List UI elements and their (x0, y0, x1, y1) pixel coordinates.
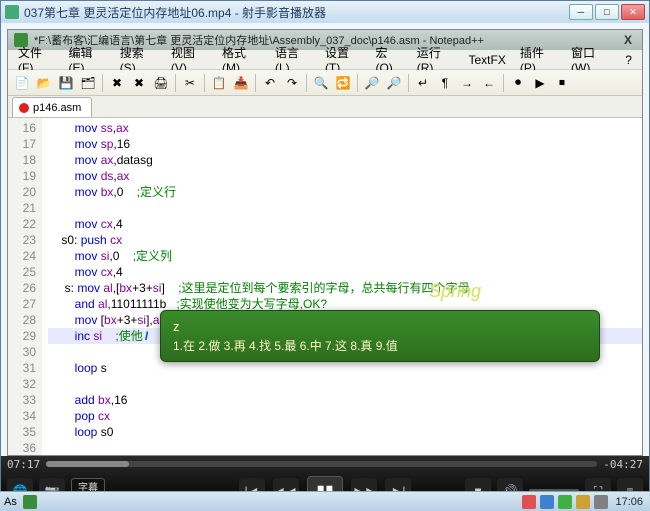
open-file-icon[interactable]: 📂 (34, 73, 54, 93)
code-line[interactable] (48, 200, 642, 216)
outdent-icon[interactable]: ← (479, 73, 499, 93)
macro-play-icon[interactable]: ▶ (530, 73, 550, 93)
tabbar: p146.asm (8, 96, 642, 118)
text-caret-icon: I (145, 328, 148, 344)
tab-label: p146.asm (33, 102, 81, 114)
menubar: 文件(F)编辑(E)搜索(S)视图(V)格式(M)语言(L)设置(T)宏(O)运… (8, 50, 642, 70)
menu-item-12[interactable]: ? (619, 51, 638, 69)
code-line[interactable]: mov ss,ax (48, 120, 642, 136)
close-all-icon[interactable]: ✖ (129, 73, 149, 93)
tray-icon-4[interactable] (576, 495, 590, 509)
code-area[interactable]: mov ss,ax mov sp,16 mov ax,datasg mov ds… (42, 118, 642, 455)
taskbar-npp-icon[interactable] (23, 495, 37, 509)
tray-icon-3[interactable] (558, 495, 572, 509)
menu-item-9[interactable]: TextFX (463, 51, 512, 69)
code-line[interactable]: mov si,0 ;定义列 (48, 248, 642, 264)
code-line[interactable]: loop s0 (48, 424, 642, 440)
tray-icon-1[interactable] (522, 495, 536, 509)
toolbar-separator (503, 74, 504, 92)
save-all-icon[interactable]: 🗂 (78, 73, 98, 93)
line-number-gutter: 1617181920212223242526272829303132333435… (8, 118, 42, 455)
code-line[interactable] (48, 440, 642, 455)
toolbar-separator (306, 74, 307, 92)
ime-candidate-panel[interactable]: Spring z 1.在 2.做 3.再 4.找 5.最 6.中 7.这 8.真… (160, 310, 600, 362)
undo-icon[interactable]: ↶ (260, 73, 280, 93)
print-icon[interactable]: 🖨 (151, 73, 171, 93)
ime-input: z (173, 319, 180, 334)
code-line[interactable]: loop s (48, 360, 642, 376)
toolbar-separator (408, 74, 409, 92)
zoom-in-icon[interactable]: 🔎 (362, 73, 382, 93)
toolbar: 📄📂💾🗂✖✖🖨✂📋📥↶↷🔍🔁🔎🔎↵¶→←⏺▶⏹ (8, 70, 642, 96)
macro-rec-icon[interactable]: ⏺ (508, 73, 528, 93)
code-line[interactable]: s: mov al,[bx+3+si] ;这里是定位到每个要索引的字母，总共每行… (48, 280, 642, 296)
player-app-icon (5, 5, 19, 19)
toolbar-separator (175, 74, 176, 92)
paste-icon[interactable]: 📥 (231, 73, 251, 93)
player-titlebar: 037第七章 更灵活定位内存地址06.mp4 - 射手影音播放器 ─ □ ✕ (1, 1, 649, 23)
editor-window: *F:\蓄布客\汇编语言\第七章 更灵活定位内存地址\Assembly_037_… (7, 29, 643, 456)
maximize-button[interactable]: □ (595, 4, 619, 20)
redo-icon[interactable]: ↷ (282, 73, 302, 93)
wrap-icon[interactable]: ↵ (413, 73, 433, 93)
show-chars-icon[interactable]: ¶ (435, 73, 455, 93)
tab-file[interactable]: p146.asm (12, 97, 92, 117)
zoom-out-icon[interactable]: 🔎 (384, 73, 404, 93)
toolbar-separator (102, 74, 103, 92)
close-button[interactable]: ✕ (621, 4, 645, 20)
toolbar-separator (357, 74, 358, 92)
ime-candidates[interactable]: 1.在 2.做 3.再 4.找 5.最 6.中 7.这 8.真 9.值 (173, 337, 587, 354)
minimize-button[interactable]: ─ (569, 4, 593, 20)
progress-bar[interactable] (46, 461, 597, 467)
cut-icon[interactable]: ✂ (180, 73, 200, 93)
elapsed-time: 07:17 (7, 458, 40, 471)
code-line[interactable]: mov ax,datasg (48, 152, 642, 168)
save-icon[interactable]: 💾 (56, 73, 76, 93)
tray-icon-2[interactable] (540, 495, 554, 509)
clock[interactable]: 17:06 (612, 496, 646, 508)
replace-icon[interactable]: 🔁 (333, 73, 353, 93)
find-icon[interactable]: 🔍 (311, 73, 331, 93)
copy-icon[interactable]: 📋 (209, 73, 229, 93)
taskbar: As 17:06 (0, 491, 650, 511)
remaining-time: -04:27 (603, 458, 643, 471)
toolbar-separator (255, 74, 256, 92)
code-line[interactable]: mov cx,4 (48, 264, 642, 280)
code-line[interactable]: s0: push cx (48, 232, 642, 248)
tray-icon-5[interactable] (594, 495, 608, 509)
taskbar-app-label[interactable]: As (4, 496, 17, 508)
code-line[interactable]: mov ds,ax (48, 168, 642, 184)
code-line[interactable]: add bx,16 (48, 392, 642, 408)
code-line[interactable]: mov sp,16 (48, 136, 642, 152)
player-title: 037第七章 更灵活定位内存地址06.mp4 - 射手影音播放器 (24, 4, 569, 21)
code-line[interactable] (48, 376, 642, 392)
close-icon[interactable]: ✖ (107, 73, 127, 93)
indent-icon[interactable]: → (457, 73, 477, 93)
unsaved-dot-icon (19, 103, 29, 113)
code-line[interactable]: mov cx,4 (48, 216, 642, 232)
new-file-icon[interactable]: 📄 (12, 73, 32, 93)
progress-fill (46, 461, 129, 467)
toolbar-separator (204, 74, 205, 92)
editor-close-button[interactable]: X (620, 33, 636, 47)
macro-stop-icon[interactable]: ⏹ (552, 73, 572, 93)
ime-brand: Spring (429, 281, 549, 321)
code-line[interactable]: mov bx,0 ;定义行 (48, 184, 642, 200)
code-line[interactable]: pop cx (48, 408, 642, 424)
